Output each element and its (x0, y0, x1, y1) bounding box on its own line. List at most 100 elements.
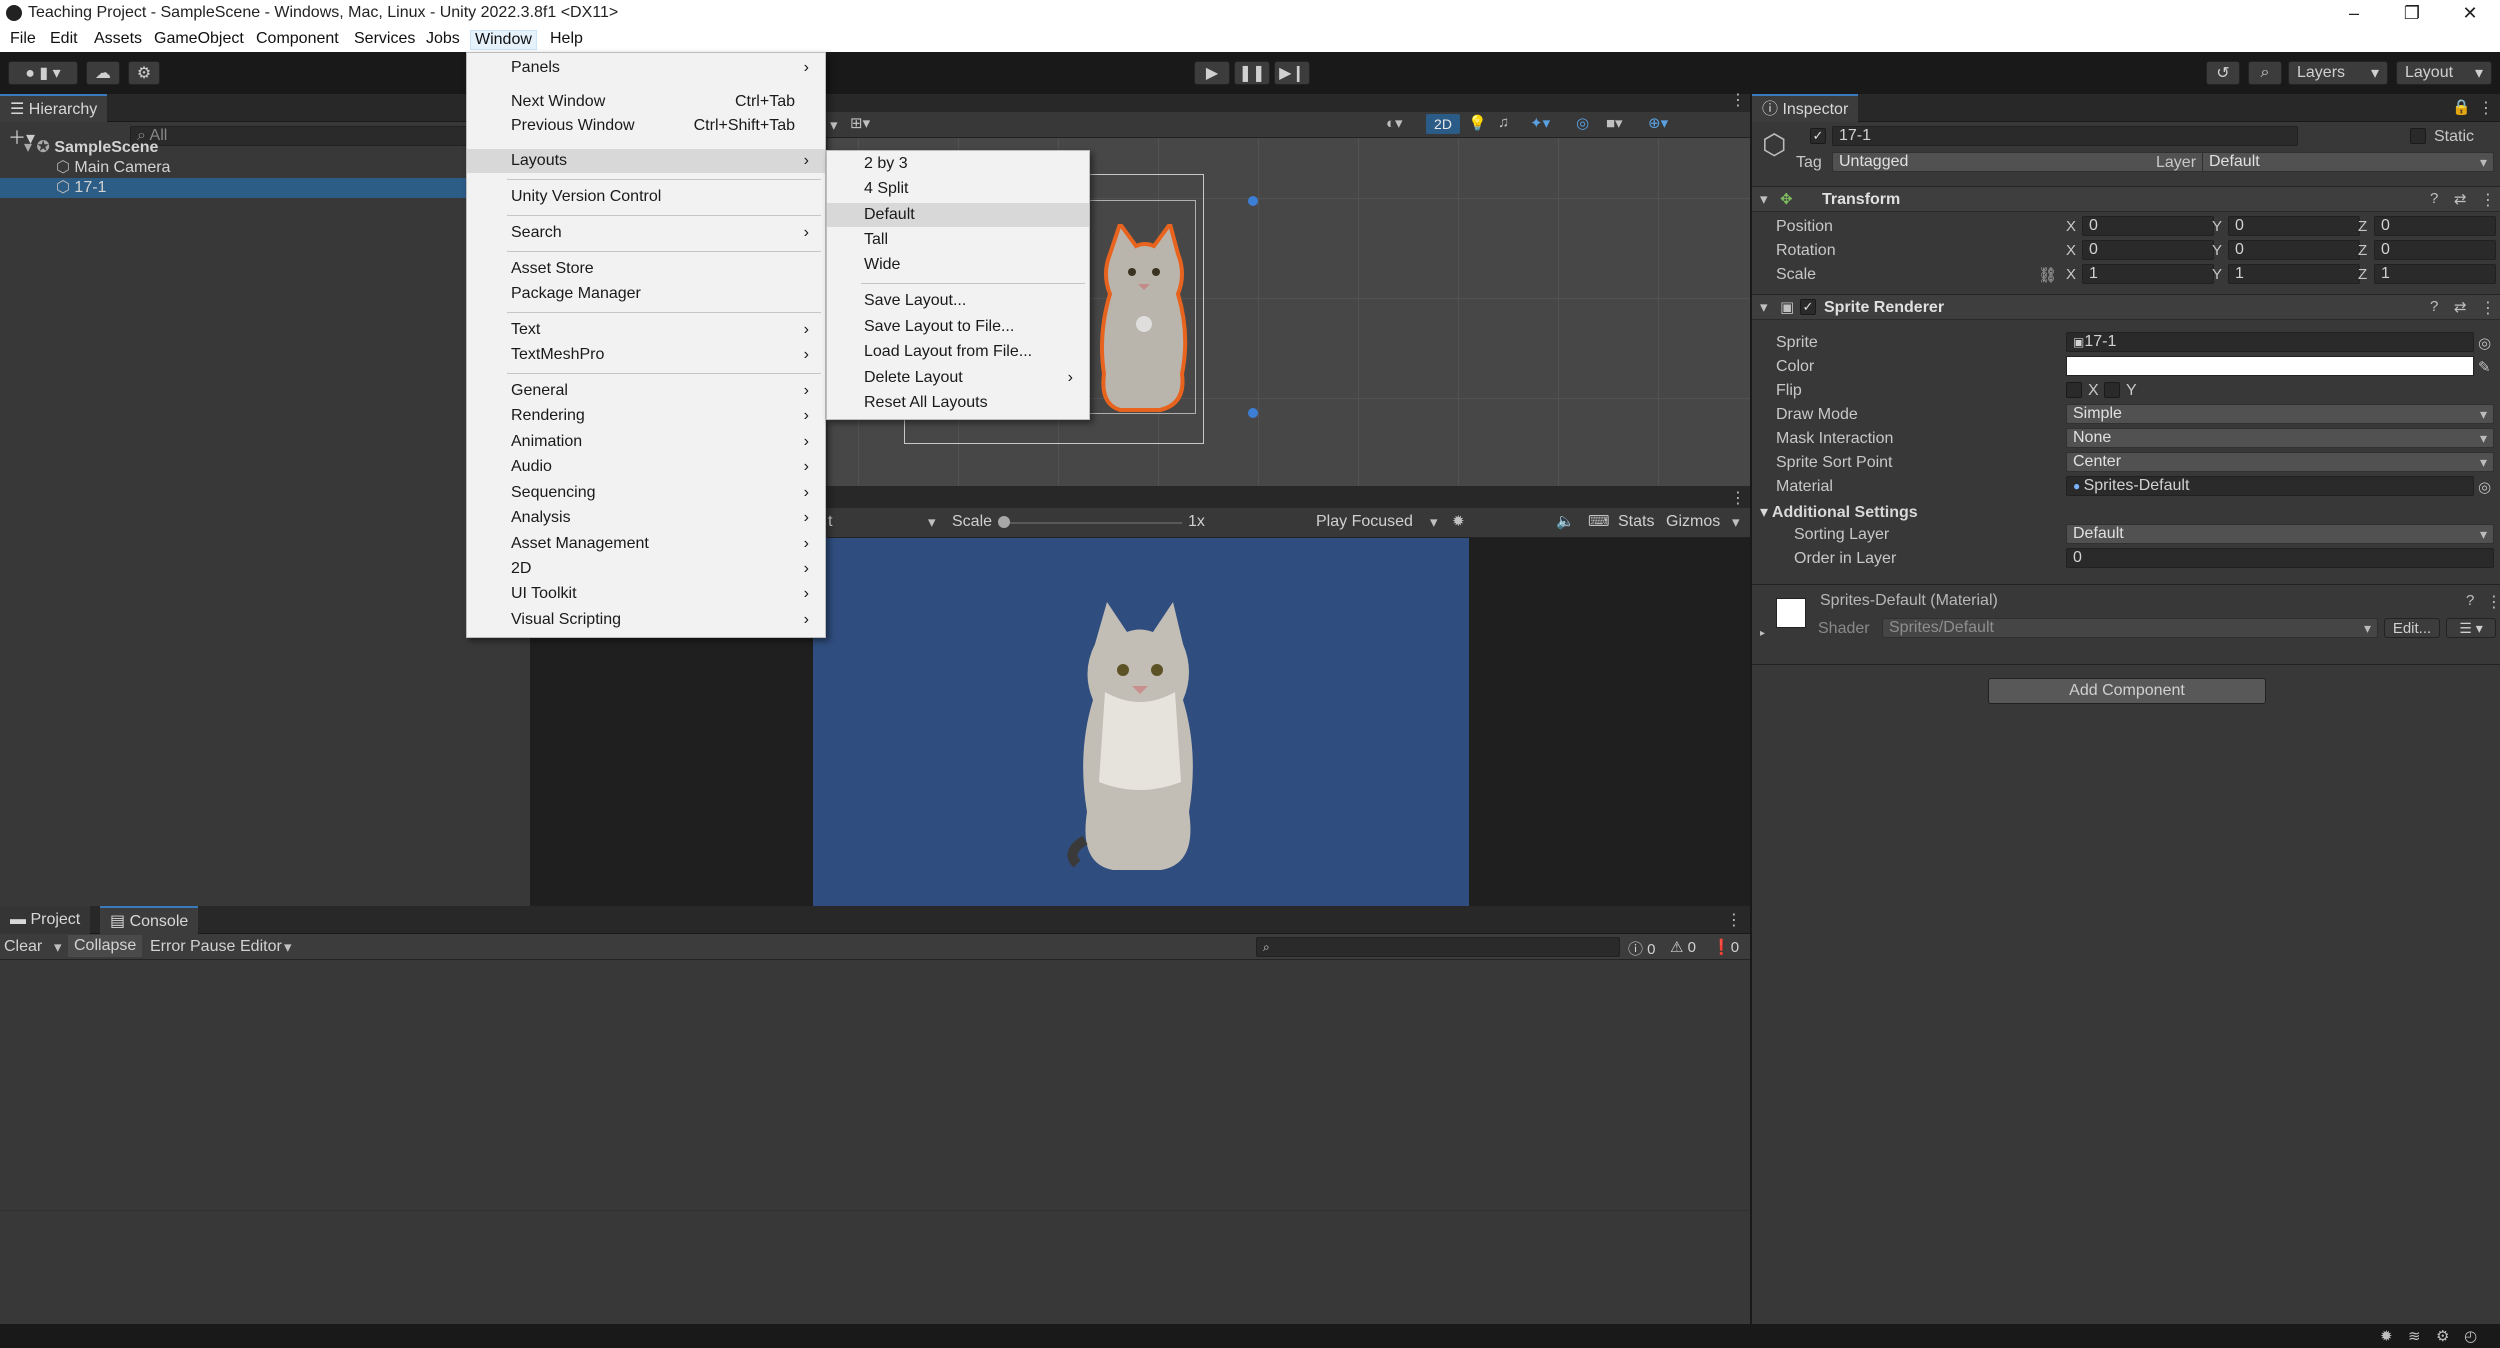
scale-y-field[interactable]: 1 (2228, 264, 2360, 284)
scene-more-icon[interactable]: ⋮ (1730, 90, 1746, 110)
tab-console[interactable]: ▤ Console (100, 906, 199, 934)
preset-icon[interactable]: ⇄ (2454, 190, 2467, 208)
menu-item-analysis[interactable]: Analysis › (467, 506, 825, 530)
foldout-arrow-icon[interactable]: ▸ (1760, 628, 1765, 639)
hierarchy-item-main-camera[interactable]: ⬡ Main Camera (0, 158, 530, 178)
menu-item-previous-window[interactable]: Previous Window Ctrl+Shift+Tab (467, 114, 825, 138)
menu-item-text[interactable]: Text › (467, 318, 825, 342)
shader-edit-button[interactable]: Edit... (2384, 618, 2440, 638)
rotation-y-field[interactable]: 0 (2228, 240, 2360, 260)
chevron-down-icon[interactable]: ▾ (54, 938, 62, 956)
rotation-z-field[interactable]: 0 (2374, 240, 2496, 260)
flip-x-checkbox[interactable] (2066, 382, 2082, 398)
additional-settings-foldout[interactable]: ▾ Additional Settings (1760, 502, 1918, 522)
menu-item-panels[interactable]: Panels › (467, 56, 825, 80)
step-button[interactable]: ▶❙ (1274, 61, 1310, 85)
layout-item-default[interactable]: Default (827, 203, 1089, 227)
component-more-icon[interactable]: ⋮ (2486, 592, 2500, 612)
layout-item-delete-layout[interactable]: Delete Layout › (827, 366, 1089, 390)
flip-y-checkbox[interactable] (2104, 382, 2120, 398)
constrain-proportions-icon[interactable]: ⛓ (2038, 266, 2057, 284)
help-icon[interactable]: ? (2430, 298, 2438, 315)
help-icon[interactable]: ? (2466, 592, 2474, 609)
menu-help[interactable]: Help (546, 30, 587, 48)
gizmos-button[interactable]: Gizmos (1666, 513, 1720, 531)
hidden-objects-icon[interactable]: ◎ (1576, 114, 1589, 132)
menu-item-asset-store[interactable]: Asset Store (467, 257, 825, 281)
layout-dropdown[interactable]: Layout ▾ (2396, 61, 2492, 85)
progress-icon[interactable]: ◴ (2464, 1327, 2477, 1345)
draw-mode-dropdown[interactable]: Simple (2066, 404, 2494, 424)
layout-item-save-to-file[interactable]: Save Layout to File... (827, 315, 1089, 339)
scale-z-field[interactable]: 1 (2374, 264, 2496, 284)
menu-window[interactable]: Window (470, 30, 537, 50)
color-swatch[interactable] (2066, 356, 2474, 376)
settings-icon[interactable]: ⚙ (2436, 1327, 2449, 1345)
menu-item-general[interactable]: General › (467, 379, 825, 403)
object-name-field[interactable]: 17-1 (1832, 126, 2298, 146)
gizmos-icon[interactable]: ⊕▾ (1648, 114, 1668, 132)
scale-slider-thumb[interactable] (998, 516, 1010, 528)
game-view-canvas[interactable] (813, 538, 1469, 906)
tab-hierarchy[interactable]: ☰ Hierarchy (0, 94, 108, 122)
lock-icon[interactable]: 🔒 (2452, 98, 2471, 116)
layout-item-reset-all[interactable]: Reset All Layouts (827, 391, 1089, 415)
menu-item-asset-management[interactable]: Asset Management › (467, 532, 825, 556)
minimize-button[interactable]: – (2326, 0, 2382, 28)
menu-component[interactable]: Component (252, 30, 343, 48)
grid-snap-icon[interactable]: ⊞▾ (850, 114, 870, 132)
chevron-down-icon[interactable]: ▾ (1430, 513, 1438, 531)
layout-item-tall[interactable]: Tall (827, 228, 1089, 252)
console-search-input[interactable]: ⌕ (1256, 937, 1620, 957)
chevron-down-icon[interactable]: ▾ (284, 938, 292, 956)
layout-item-save-layout[interactable]: Save Layout... (827, 289, 1089, 313)
static-checkbox[interactable] (2410, 128, 2426, 144)
play-focused-dropdown[interactable]: Play Focused (1316, 513, 1413, 531)
pause-button[interactable]: ❚❚ (1234, 61, 1270, 85)
sprite-renderer-header[interactable]: ▾ ▣ ✓ Sprite Renderer ? ⇄ ⋮ (1752, 294, 2500, 320)
layers-status-icon[interactable]: ≋ (2408, 1327, 2421, 1345)
editor-dropdown[interactable]: Editor (240, 938, 282, 956)
layout-item-load-from-file[interactable]: Load Layout from File... (827, 340, 1089, 364)
maximize-button[interactable]: ❐ (2384, 0, 2440, 28)
stats-button[interactable]: Stats (1618, 513, 1654, 531)
menu-item-search[interactable]: Search › (467, 221, 825, 245)
transform-header[interactable]: ▾ ✥ Transform ? ⇄ ⋮ (1752, 186, 2500, 212)
menu-item-layouts[interactable]: Layouts › (467, 149, 825, 173)
display-dropdown[interactable]: t (828, 513, 832, 531)
help-icon[interactable]: ? (2430, 190, 2438, 207)
menu-item-next-window[interactable]: Next Window Ctrl+Tab (467, 90, 825, 114)
sprite-sort-point-dropdown[interactable]: Center (2066, 452, 2494, 472)
rect-handle-icon[interactable] (1248, 408, 1258, 418)
undo-history-button[interactable]: ↺ (2206, 61, 2240, 85)
search-button[interactable]: ⌕ (2248, 61, 2282, 85)
console-more-icon[interactable]: ⋮ (1726, 910, 1742, 930)
bug-icon[interactable]: ✹ (1452, 512, 1465, 530)
hierarchy-scene-root[interactable]: ▾ ✪ SampleScene (0, 138, 530, 158)
layout-item-4-split[interactable]: 4 Split (827, 177, 1089, 201)
rotation-x-field[interactable]: 0 (2082, 240, 2214, 260)
position-x-field[interactable]: 0 (2082, 216, 2214, 236)
eyedropper-icon[interactable]: ✎ (2478, 358, 2491, 376)
tab-project[interactable]: ▬ Project (0, 906, 91, 934)
menu-item-package-manager[interactable]: Package Manager (467, 282, 825, 306)
position-z-field[interactable]: 0 (2374, 216, 2496, 236)
foldout-arrow-icon[interactable]: ▾ (1760, 190, 1768, 208)
foldout-arrow-icon[interactable]: ▾ (1760, 298, 1768, 316)
audio-toggle-icon[interactable]: ♫ (1498, 114, 1509, 131)
menu-item-ui-toolkit[interactable]: UI Toolkit › (467, 582, 825, 606)
account-button[interactable]: ● ▮ ▾ (8, 61, 78, 85)
menu-item-unity-version-control[interactable]: Unity Version Control (467, 185, 825, 209)
dropdown-chevron-icon[interactable]: ▾ (830, 116, 838, 134)
mute-audio-icon[interactable]: 🔈 (1556, 512, 1575, 530)
menu-gameobject[interactable]: GameObject (150, 30, 248, 48)
menu-services[interactable]: Services (350, 30, 419, 48)
layout-item-wide[interactable]: Wide (827, 253, 1089, 277)
menu-jobs[interactable]: Jobs (422, 30, 464, 48)
shader-dropdown[interactable]: Sprites/Default (1882, 618, 2378, 638)
menu-item-sequencing[interactable]: Sequencing › (467, 481, 825, 505)
menu-assets[interactable]: Assets (90, 30, 146, 48)
add-component-button[interactable]: Add Component (1988, 678, 2266, 704)
material-field[interactable]: ● Sprites-Default (2066, 476, 2474, 496)
active-checkbox[interactable]: ✓ (1810, 128, 1826, 144)
